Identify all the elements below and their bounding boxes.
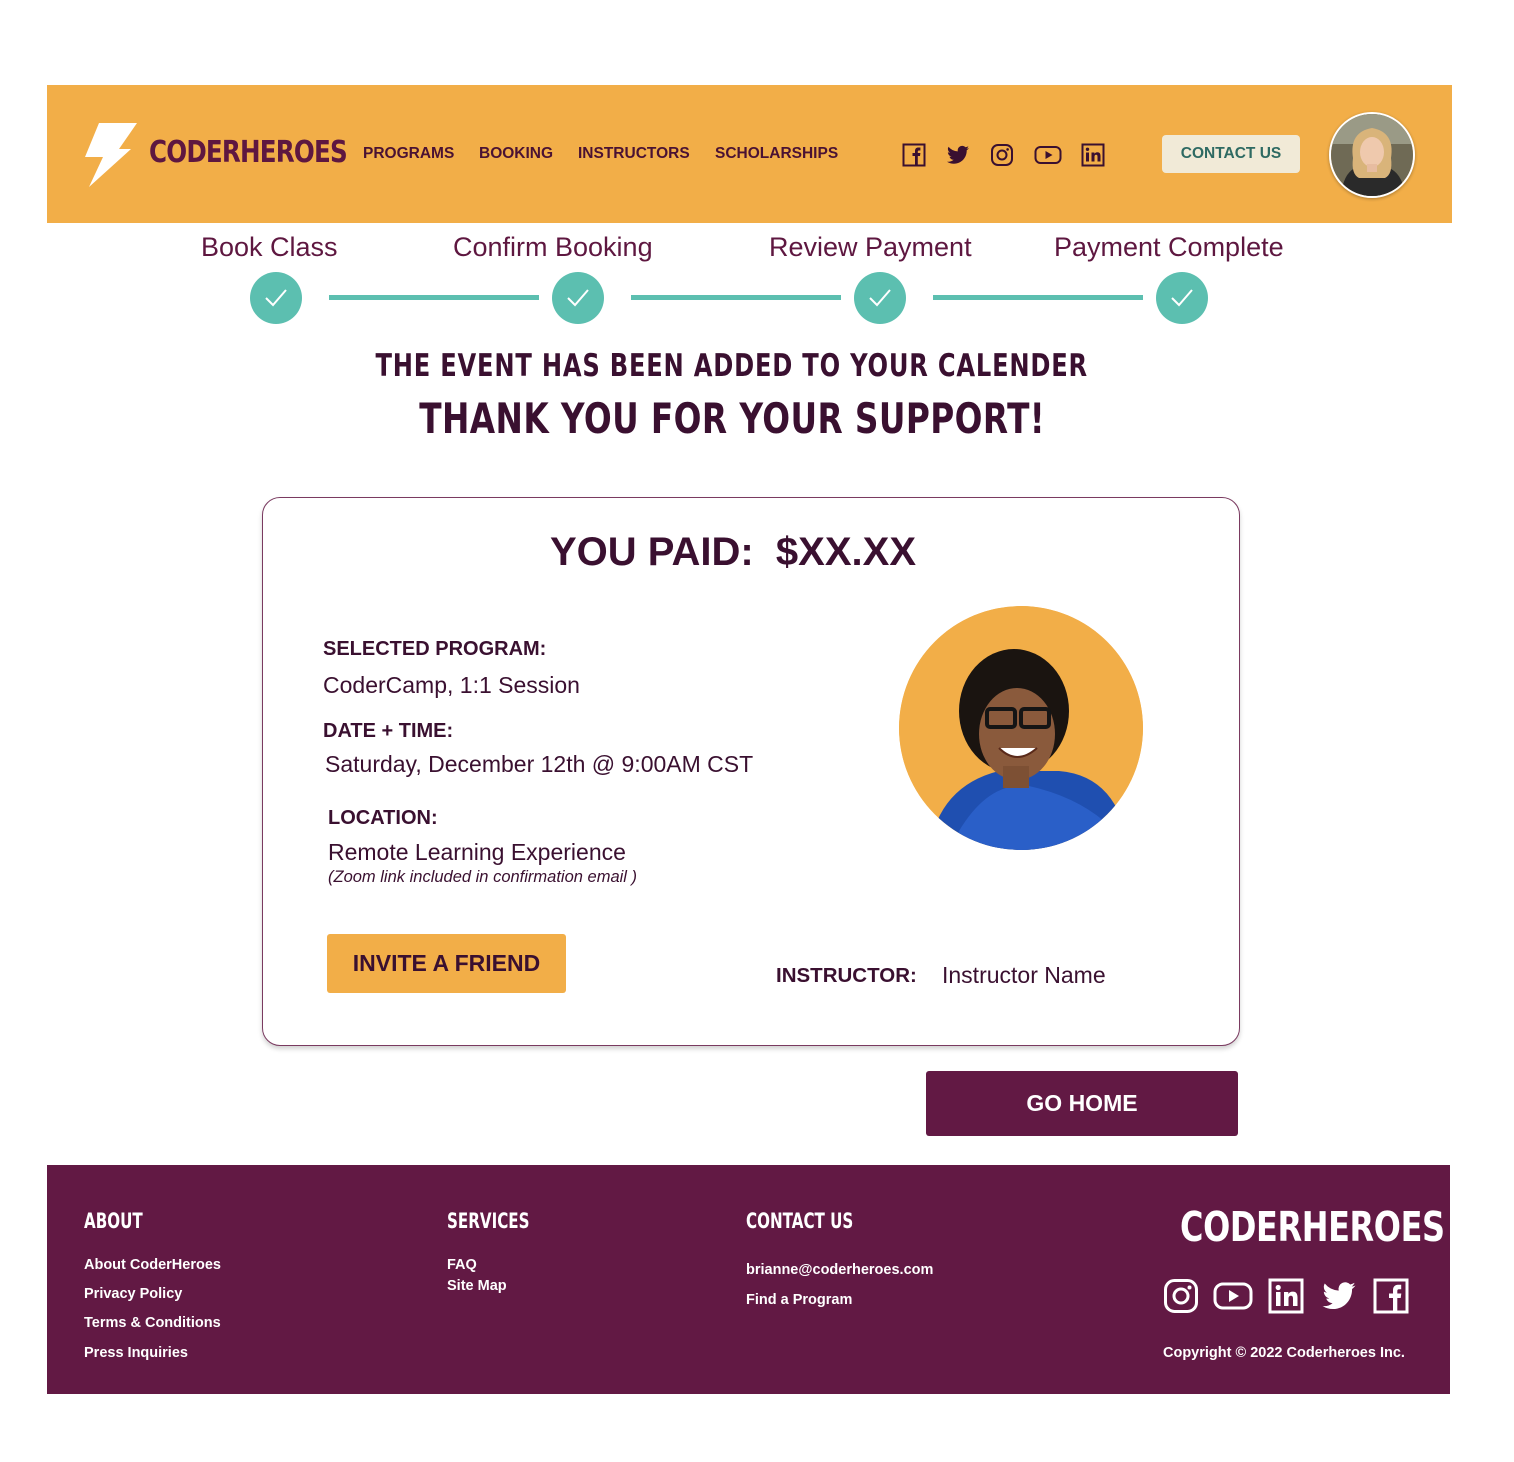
linkedin-icon[interactable] <box>1081 143 1105 167</box>
checkmark-icon <box>1171 289 1193 307</box>
twitter-icon[interactable] <box>946 143 970 167</box>
step-label-payment-complete: Payment Complete <box>1054 232 1284 262</box>
thank-you-heading: THANK YOU FOR YOUR SUPPORT! <box>419 394 1045 443</box>
copyright-text: Copyright © 2022 Coderheroes Inc. <box>1163 1345 1405 1361</box>
nav-booking[interactable]: BOOKING <box>479 145 553 163</box>
footer-services-heading: SERVICES <box>447 1209 530 1233</box>
go-home-button[interactable]: GO HOME <box>926 1071 1238 1136</box>
date-time-value: Saturday, December 12th @ 9:00AM CST <box>325 751 754 777</box>
payment-summary-card: YOU PAID: $XX.XX SELECTED PROGRAM: Coder… <box>262 497 1240 1046</box>
footer-link-privacy[interactable]: Privacy Policy <box>84 1286 182 1302</box>
footer-contact-heading: CONTACT US <box>746 1209 854 1233</box>
footer-link-email[interactable]: brianne@coderheroes.com <box>746 1262 933 1278</box>
nav-scholarships[interactable]: SCHOLARSHIPS <box>715 145 838 163</box>
step-connector <box>329 295 539 300</box>
youtube-icon[interactable] <box>1034 143 1062 167</box>
instagram-icon[interactable] <box>990 143 1014 167</box>
nav-instructors[interactable]: INSTRUCTORS <box>578 145 690 163</box>
lightning-bolt-logo-icon[interactable] <box>81 123 141 187</box>
instructor-photo <box>899 606 1143 850</box>
location-label: LOCATION: <box>328 807 438 829</box>
invite-friend-button[interactable]: INVITE A FRIEND <box>327 934 566 993</box>
step-complete-check <box>854 272 906 324</box>
user-avatar[interactable] <box>1329 112 1415 198</box>
facebook-icon[interactable] <box>902 143 926 167</box>
contact-us-button[interactable]: CONTACT US <box>1162 135 1300 173</box>
linkedin-icon[interactable] <box>1268 1278 1304 1314</box>
checkmark-icon <box>869 289 891 307</box>
footer-link-sitemap[interactable]: Site Map <box>447 1278 507 1294</box>
site-header: CODERHEROES PROGRAMS BOOKING INSTRUCTORS… <box>47 85 1452 223</box>
footer-link-about[interactable]: About CoderHeroes <box>84 1257 221 1273</box>
step-complete-check <box>552 272 604 324</box>
step-label-book-class: Book Class <box>201 232 338 262</box>
selected-program-value: CoderCamp, 1:1 Session <box>323 672 580 698</box>
checkmark-icon <box>265 289 287 307</box>
footer-link-press[interactable]: Press Inquiries <box>84 1345 188 1361</box>
footer-brand: CODERHEROES <box>1180 1203 1445 1251</box>
location-value: Remote Learning Experience <box>328 839 626 865</box>
footer-link-faq[interactable]: FAQ <box>447 1257 477 1273</box>
footer-link-terms[interactable]: Terms & Conditions <box>84 1315 221 1331</box>
location-note: (Zoom link included in confirmation emai… <box>328 868 638 886</box>
footer-about-heading: ABOUT <box>84 1209 143 1233</box>
amount-paid: YOU PAID: $XX.XX <box>549 530 916 574</box>
site-footer: ABOUT About CoderHeroes Privacy Policy T… <box>47 1165 1450 1394</box>
twitter-icon[interactable] <box>1321 1278 1357 1314</box>
footer-link-find-program[interactable]: Find a Program <box>746 1292 852 1308</box>
facebook-icon[interactable] <box>1373 1278 1409 1314</box>
instructor-label: INSTRUCTOR: <box>776 964 917 987</box>
step-label-confirm-booking: Confirm Booking <box>453 232 653 262</box>
step-complete-check <box>1156 272 1208 324</box>
step-connector <box>631 295 841 300</box>
youtube-icon[interactable] <box>1213 1278 1253 1314</box>
step-label-review-payment: Review Payment <box>769 232 972 262</box>
instructor-name: Instructor Name <box>942 962 1106 988</box>
nav-programs[interactable]: PROGRAMS <box>363 145 454 163</box>
step-complete-check <box>250 272 302 324</box>
step-connector <box>933 295 1143 300</box>
brand-name[interactable]: CODERHEROES <box>149 135 348 170</box>
date-time-label: DATE + TIME: <box>323 720 454 742</box>
checkmark-icon <box>567 289 589 307</box>
selected-program-label: SELECTED PROGRAM: <box>323 638 547 660</box>
calendar-confirmation-heading: THE EVENT HAS BEEN ADDED TO YOUR CALENDE… <box>375 348 1089 384</box>
instagram-icon[interactable] <box>1163 1278 1199 1314</box>
